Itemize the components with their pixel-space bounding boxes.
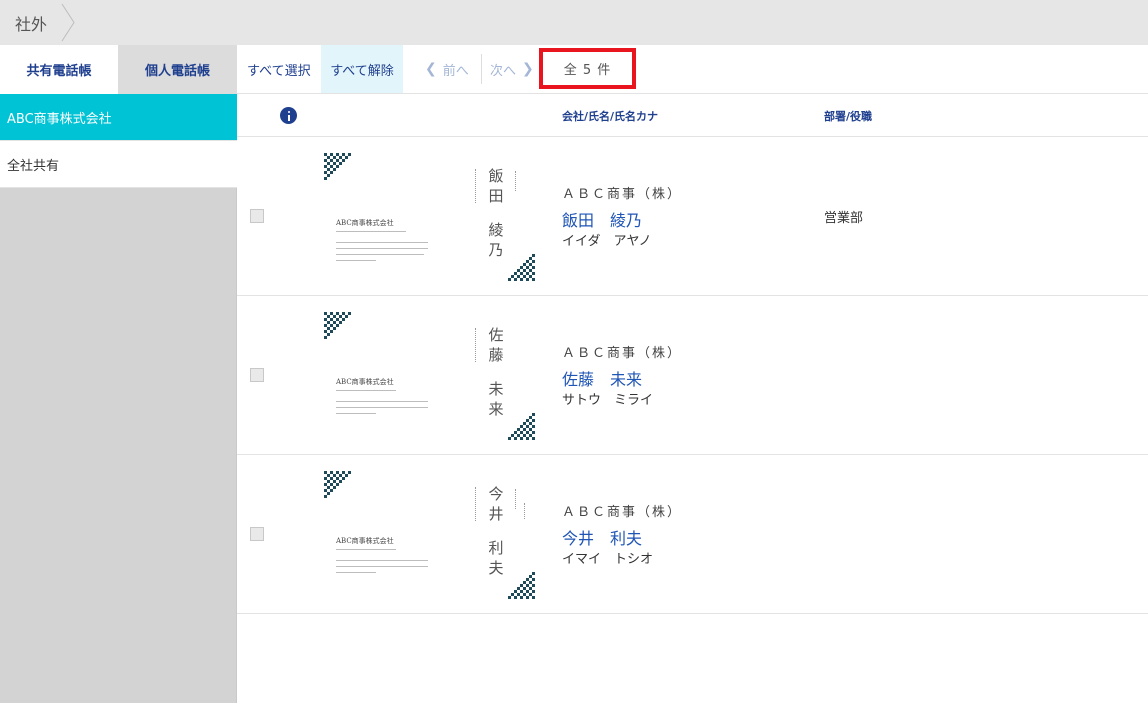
chevron-left-icon: ❮ [425,61,437,77]
next-label: 次へ [490,63,517,79]
card-logo-pattern [324,312,354,342]
card-corner-pattern [505,251,535,281]
contact-name-link[interactable]: 今井 利夫 [562,525,642,549]
contact-name-link[interactable]: 佐藤 未来 [562,366,642,390]
table-row[interactable]: ABC商事株式会社 今井利夫 ＡＢＣ商事（株） 今井 利夫 イマイ トシオ [237,455,1148,614]
row-checkbox[interactable] [250,368,264,382]
contact-company: ＡＢＣ商事（株） [562,505,683,520]
card-text-line [336,231,406,232]
column-header-name: 会社/氏名/氏名カナ [562,110,659,123]
card-department [515,171,519,191]
card-name: 今井利夫 [488,485,504,577]
breadcrumb-chevron-icon [61,3,75,42]
card-text-line [336,572,376,573]
card-text-line [336,549,396,550]
breadcrumb-current[interactable]: 社外 [15,11,47,35]
contact-company: ＡＢＣ商事（株） [562,346,683,361]
card-text-line [336,401,428,402]
contact-list: ABC商事株式会社 飯田綾乃 ＡＢＣ商事（株） 飯田 綾乃 イイダ アヤノ 営業… [237,137,1148,614]
card-text-line [336,390,396,391]
contact-department: 営業部 [824,211,864,226]
card-text-line [336,242,428,243]
next-page-button[interactable]: 次へ ❯ [490,45,534,93]
card-logo-pattern [324,471,354,501]
contact-kana: イイダ アヤノ [562,234,652,249]
total-count: 全 5 件 [539,48,636,89]
contact-name-link[interactable]: 飯田 綾乃 [562,207,642,231]
card-romaji [475,487,481,521]
group-item-company-shared[interactable]: 全社共有 [0,141,237,188]
card-name: 飯田綾乃 [488,167,504,259]
card-name: 佐藤未来 [488,326,504,418]
group-list: ABC商事株式会社 全社共有 [0,94,237,188]
card-text-line [336,254,424,255]
card-company: ABC商事株式会社 [336,219,394,227]
prev-label: 前へ [442,63,469,79]
clear-all-button[interactable]: すべて解除 [321,45,403,93]
card-logo-pattern [324,153,354,183]
business-card-image[interactable]: ABC商事株式会社 今井利夫 [317,465,542,603]
tab-shared-phonebook[interactable]: 共有電話帳 [0,45,118,94]
phonebook-tabs: 共有電話帳 個人電話帳 [0,45,237,94]
left-panel: 共有電話帳 個人電話帳 ABC商事株式会社 全社共有 [0,45,237,703]
card-text-line [336,260,376,261]
card-department [515,489,519,509]
card-company: ABC商事株式会社 [336,537,394,545]
prev-page-button[interactable]: ❮ 前へ [425,45,469,93]
card-text-line [336,566,428,567]
card-romaji [475,328,481,362]
card-text-line [336,248,428,249]
business-card-image[interactable]: ABC商事株式会社 飯田綾乃 [317,147,542,285]
table-header: 会社/氏名/氏名カナ 部署/役職 [237,94,1148,137]
card-corner-pattern [505,410,535,440]
contact-kana: サトウ ミライ [562,393,654,408]
table-row[interactable]: ABC商事株式会社 佐藤未来 ＡＢＣ商事（株） 佐藤 未来 サトウ ミライ [237,296,1148,455]
group-item-abc[interactable]: ABC商事株式会社 [0,94,237,141]
business-card-image[interactable]: ABC商事株式会社 佐藤未来 [317,306,542,444]
card-text-line [336,560,428,561]
contact-kana: イマイ トシオ [562,552,654,567]
card-corner-pattern [505,569,535,599]
column-header-department: 部署/役職 [824,110,873,123]
card-company: ABC商事株式会社 [336,378,394,386]
table-row[interactable]: ABC商事株式会社 飯田綾乃 ＡＢＣ商事（株） 飯田 綾乃 イイダ アヤノ 営業… [237,137,1148,296]
info-icon[interactable] [280,107,297,124]
contact-company: ＡＢＣ商事（株） [562,187,683,202]
card-romaji [475,169,481,203]
card-title [524,503,528,519]
row-checkbox[interactable] [250,527,264,541]
row-checkbox[interactable] [250,209,264,223]
card-text-line [336,407,428,408]
breadcrumb: 社外 [0,0,1148,45]
toolbar: すべて選択 すべて解除 ❮ 前へ 次へ ❯ 全 5 件 [237,45,1148,94]
pager-divider [481,54,482,84]
select-all-button[interactable]: すべて選択 [247,45,311,93]
tab-personal-phonebook[interactable]: 個人電話帳 [118,45,237,94]
card-text-line [336,413,376,414]
chevron-right-icon: ❯ [522,61,534,77]
